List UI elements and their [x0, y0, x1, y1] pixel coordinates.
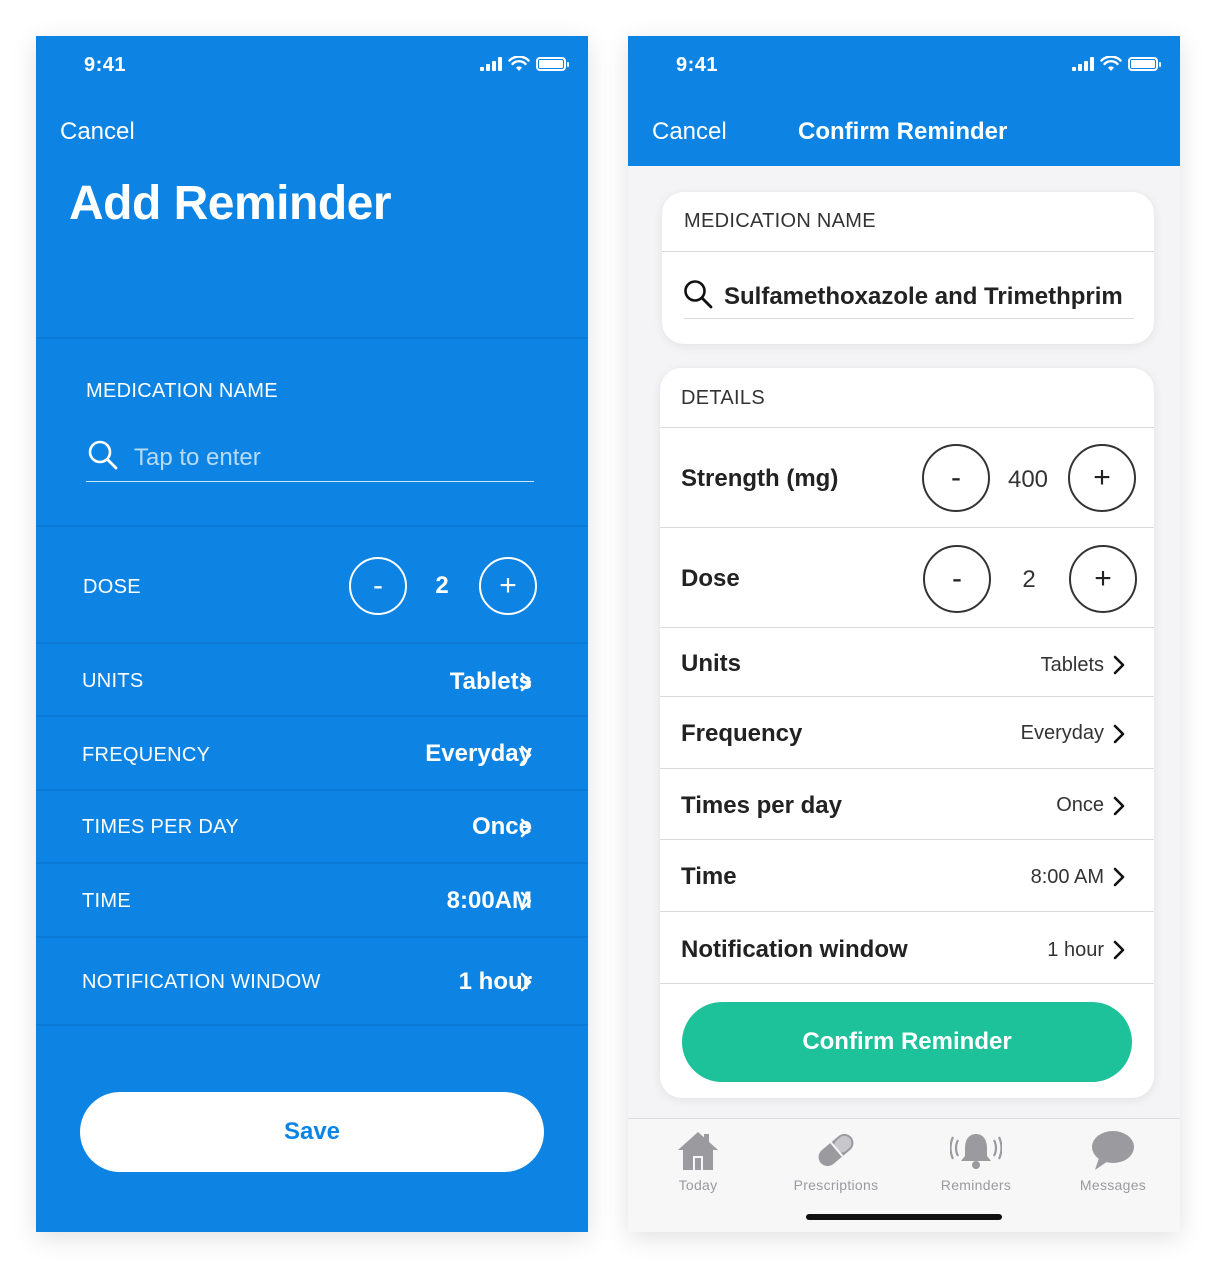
notification-window-label: NOTIFICATION WINDOW [82, 971, 321, 993]
details-label: DETAILS [681, 387, 765, 409]
strength-value: 400 [1007, 466, 1049, 493]
tab-messages[interactable]: Messages [1053, 1127, 1173, 1193]
units-label: UNITS [82, 670, 144, 692]
medication-name-label: MEDICATION NAME [86, 380, 278, 402]
medication-name-label: MEDICATION NAME [684, 210, 876, 232]
chat-bubble-icon [1092, 1131, 1134, 1170]
confirm-reminder-button[interactable]: Confirm Reminder [682, 1002, 1132, 1082]
chevron-right-icon [520, 672, 532, 692]
dose-increment-button[interactable]: + [479, 557, 537, 615]
divider [36, 862, 588, 864]
frequency-label: Frequency [681, 720, 803, 747]
status-bar: 9:41 [628, 36, 1180, 96]
chevron-right-icon [1113, 940, 1125, 960]
chevron-right-icon [1113, 655, 1125, 675]
search-icon [684, 280, 713, 309]
dose-value: 2 [1022, 566, 1036, 593]
strength-label: Strength (mg) [681, 465, 839, 492]
chevron-right-icon [1113, 867, 1125, 887]
strength-increment-button[interactable]: + [1068, 444, 1136, 512]
divider [660, 839, 1154, 840]
dose-value: 2 [435, 572, 449, 599]
house-icon [678, 1132, 718, 1170]
time-label: Time [681, 863, 737, 890]
page-title: Confirm Reminder [798, 118, 1008, 145]
divider [660, 527, 1154, 528]
divider [36, 715, 588, 717]
details-card: DETAILS Strength (mg) - 400 + Dose - 2 +… [660, 368, 1154, 1098]
signal-icon [1072, 57, 1094, 71]
units-label: Units [681, 650, 741, 677]
tab-prescriptions-label: Prescriptions [793, 1177, 879, 1193]
medication-name-value[interactable]: Sulfamethoxazole and Trimethprim [724, 283, 1123, 311]
divider [660, 911, 1154, 912]
tab-messages-label: Messages [1079, 1177, 1147, 1193]
page-title: Add Reminder [69, 177, 392, 230]
strength-decrement-button[interactable]: - [922, 444, 990, 512]
status-bar: 9:41 [36, 36, 588, 96]
status-time: 9:41 [84, 54, 127, 76]
notification-window-label: Notification window [681, 936, 908, 963]
nav-header: 9:41 Cancel Confirm Reminder [628, 36, 1180, 166]
wifi-icon [508, 56, 530, 71]
chevron-right-icon [520, 972, 532, 992]
time-label: TIME [82, 890, 131, 912]
dose-decrement-button[interactable]: - [923, 545, 991, 613]
search-icon [88, 440, 118, 470]
home-indicator [806, 1214, 1002, 1220]
tab-reminders-label: Reminders [940, 1177, 1012, 1193]
notification-window-value: 1 hour [1047, 939, 1104, 961]
wifi-icon [1100, 56, 1122, 71]
frequency-value: Everyday [1020, 722, 1104, 744]
medication-search-input[interactable]: Tap to enter [86, 438, 534, 482]
divider [660, 696, 1154, 697]
dose-label: DOSE [83, 576, 141, 598]
time-value: 8:00 AM [1030, 866, 1104, 888]
dose-increment-button[interactable]: + [1069, 545, 1137, 613]
chevron-right-icon [520, 745, 532, 765]
status-time: 9:41 [676, 54, 719, 76]
tab-today[interactable]: Today [638, 1127, 758, 1193]
add-reminder-screen: 9:41 Cancel Add Reminder MEDICATION NAME… [36, 36, 588, 1232]
divider [36, 936, 588, 938]
divider [36, 337, 588, 339]
divider [36, 642, 588, 644]
divider [660, 427, 1154, 428]
save-button[interactable]: Save [80, 1092, 544, 1172]
chevron-right-icon [1113, 796, 1125, 816]
medication-card: MEDICATION NAME Sulfamethoxazole and Tri… [662, 192, 1154, 344]
cancel-button[interactable]: Cancel [652, 118, 727, 146]
chevron-right-icon [520, 818, 532, 838]
search-placeholder: Tap to enter [134, 444, 261, 471]
times-per-day-label: Times per day [681, 792, 842, 819]
signal-icon [480, 57, 502, 71]
search-underline [684, 318, 1134, 319]
times-per-day-label: TIMES PER DAY [82, 816, 239, 838]
dose-decrement-button[interactable]: - [349, 557, 407, 615]
divider [662, 251, 1154, 252]
frequency-value: Everyday [425, 740, 532, 767]
divider [36, 1024, 588, 1026]
divider [660, 627, 1154, 628]
dose-label: Dose [681, 565, 740, 592]
divider [36, 525, 588, 527]
units-value: Tablets [1040, 654, 1104, 676]
tab-reminders[interactable]: Reminders [916, 1127, 1036, 1193]
confirm-reminder-screen: 9:41 Cancel Confirm Reminder MEDICATION … [628, 36, 1180, 1232]
divider [36, 789, 588, 791]
battery-icon [536, 57, 569, 71]
chevron-right-icon [1113, 724, 1125, 744]
frequency-label: FREQUENCY [82, 744, 211, 766]
tab-prescriptions[interactable]: Prescriptions [776, 1127, 896, 1193]
divider [660, 983, 1154, 984]
times-per-day-value: Once [1056, 794, 1104, 816]
pill-icon [818, 1133, 854, 1167]
tab-today-label: Today [678, 1177, 718, 1193]
battery-icon [1128, 57, 1161, 71]
chevron-right-icon [520, 891, 532, 911]
cancel-button[interactable]: Cancel [60, 118, 135, 146]
divider [660, 768, 1154, 769]
bell-icon [950, 1134, 1002, 1169]
